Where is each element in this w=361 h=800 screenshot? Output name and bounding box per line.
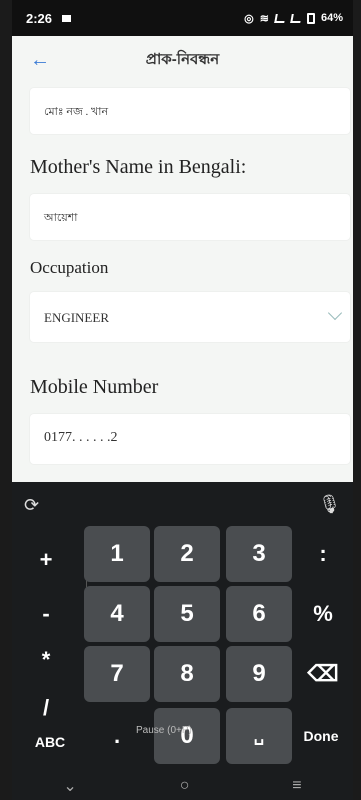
occupation-select[interactable]: ENGINEER xyxy=(30,292,350,342)
key-8[interactable]: 8 xyxy=(154,646,220,702)
occupation-label: Occupation xyxy=(30,258,109,277)
chevron-down-icon xyxy=(327,305,343,321)
mother-name-field[interactable]: আয়েশা xyxy=(30,194,350,240)
key-plus[interactable]: + xyxy=(22,532,70,588)
key-6[interactable]: 6 xyxy=(226,586,292,642)
occupation-value: ENGINEER xyxy=(44,310,109,325)
status-icons: ◎ ≋ 64% xyxy=(244,12,343,25)
backspace-icon[interactable]: ⌫ xyxy=(298,646,348,702)
nav-recents-icon[interactable]: ≡ xyxy=(292,777,301,795)
father-name-value: মোঃ নজ . খান xyxy=(44,106,109,118)
hotspot-icon: ◎ xyxy=(244,12,254,25)
key-1[interactable]: 1 xyxy=(84,526,150,582)
key-done[interactable]: Done xyxy=(292,708,350,764)
battery-percent: 64% xyxy=(320,12,343,24)
key-abc[interactable]: ABC xyxy=(20,714,80,770)
key-space[interactable]: ␣ xyxy=(226,708,292,764)
page-title: প্রাক-নিবন্ধন xyxy=(145,50,220,68)
keyboard-toggle-icon[interactable]: ⟳ xyxy=(24,495,39,516)
nav-back-icon[interactable]: ⌄ xyxy=(63,776,76,796)
key-4[interactable]: 4 xyxy=(84,586,150,642)
key-dot[interactable]: . xyxy=(84,708,150,764)
status-app-icon xyxy=(62,14,72,22)
father-name-field[interactable]: মোঃ নজ . খান xyxy=(30,88,350,134)
mobile-number-value: 0177. . . . . .2 xyxy=(44,430,118,445)
signal-icon xyxy=(274,13,286,23)
mother-name-value: আয়েশা xyxy=(44,212,78,224)
mobile-number-input[interactable]: 0177. . . . . .2 xyxy=(30,414,350,464)
left-edge xyxy=(0,0,12,800)
right-edge xyxy=(353,0,361,800)
key-colon[interactable]: : xyxy=(298,526,348,582)
key-2[interactable]: 2 xyxy=(154,526,220,582)
status-bar: 2:26 ◎ ≋ 64% xyxy=(12,0,353,36)
key-5[interactable]: 5 xyxy=(154,586,220,642)
mic-icon[interactable]: 🎙 xyxy=(318,494,341,515)
keyboard-toolbar: ⟳ 🎙 xyxy=(12,482,353,526)
key-0[interactable]: 0 xyxy=(154,708,220,764)
key-7[interactable]: 7 xyxy=(84,646,150,702)
back-arrow-icon[interactable]: ← xyxy=(30,50,50,70)
app-content: ← প্রাক-নিবন্ধন মোঃ নজ . খান Mother's Na… xyxy=(12,36,353,482)
system-nav-bar: ⌄ ○ ≡ xyxy=(12,772,353,800)
nav-home-icon[interactable]: ○ xyxy=(180,777,190,795)
numeric-keyboard: ⟳ 🎙 + - * / ABC 1 2 3 4 5 6 7 8 9 . 0 ␣ … xyxy=(12,482,353,800)
battery-icon xyxy=(306,12,315,24)
phone-screen: 2:26 ◎ ≋ 64% ← প্রাক-নিবন্ধন মোঃ নজ . খা… xyxy=(0,0,361,800)
key-percent[interactable]: % xyxy=(298,586,348,642)
mobile-number-label: Mobile Number xyxy=(30,376,159,398)
wifi-icon: ≋ xyxy=(259,12,269,25)
mother-name-label: Mother's Name in Bengali: xyxy=(30,156,247,178)
status-time: 2:26 xyxy=(26,10,53,26)
key-9[interactable]: 9 xyxy=(226,646,292,702)
app-bar: ← প্রাক-নিবন্ধন xyxy=(12,36,353,84)
key-3[interactable]: 3 xyxy=(226,526,292,582)
signal-icon-2 xyxy=(290,13,302,23)
